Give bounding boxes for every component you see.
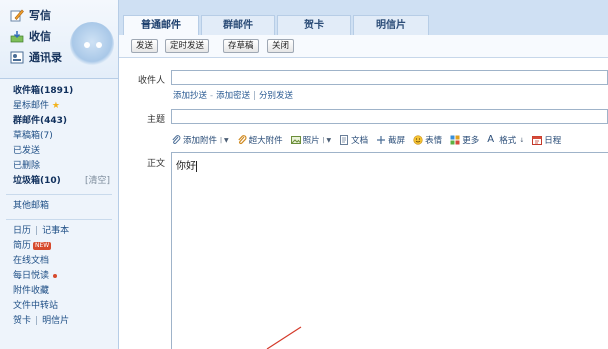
body-label: 正文 (146, 159, 165, 169)
compose-form: 收件人 添加抄送 - 添加密送 | 分别发送 主题 添加附件 | ▼ 超大附件 照片 | ▼… (119, 58, 608, 349)
folder-drafts[interactable]: 草稿箱(7) (0, 129, 118, 144)
red-annotation-line (266, 326, 302, 349)
big-attachment-icon (237, 135, 247, 145)
greeting-card-link[interactable]: 贺卡 (13, 316, 31, 326)
new-badge: NEW (33, 241, 52, 250)
divider (6, 194, 112, 195)
card-postcard-row: 贺卡 | 明信片 (13, 316, 70, 326)
compose-tabs: 普通邮件 群邮件 贺卡 明信片 (119, 0, 608, 36)
scheduled-send-button[interactable]: 定时发送 (165, 39, 210, 53)
grid-icon (450, 135, 460, 145)
chevron-down-icon: | ▼ (220, 136, 229, 144)
paperclip-icon (171, 135, 181, 145)
tab-group-mail[interactable]: 群邮件 (201, 15, 275, 35)
folder-starred[interactable]: 星标邮件 ★ (0, 99, 118, 114)
emoji-icon (413, 135, 423, 145)
save-draft-button[interactable]: 存草稿 (223, 39, 259, 53)
unread-dot-icon (53, 273, 58, 278)
postcard-link[interactable]: 明信片 (42, 316, 69, 326)
address-book-button[interactable]: 通讯录 (10, 48, 62, 66)
sidebar: 写信 收信 通讯录 收件箱(1891) 星标邮件 ★ 群邮件(443) 草稿箱(… (0, 0, 119, 349)
folder-spam[interactable]: 垃圾箱(10) [清空] (0, 174, 118, 189)
photo-button[interactable]: 照片 | ▼ (290, 134, 332, 146)
address-book-label: 通讯录 (29, 51, 62, 64)
close-button[interactable]: 关闭 (267, 39, 295, 53)
calendar-link[interactable]: 日历 (13, 226, 31, 236)
inbox-button[interactable]: 收信 (10, 27, 51, 45)
add-attachment-button[interactable]: 添加附件 | ▼ (171, 134, 229, 146)
other-mailbox-link[interactable]: 其他邮箱 (0, 199, 118, 214)
to-label: 收件人 (137, 76, 165, 86)
inbox-label: 收信 (29, 30, 51, 43)
separate-send-link[interactable]: 分别发送 (259, 91, 293, 101)
font-icon: A (487, 134, 495, 145)
schedule-button[interactable]: 日程 (532, 134, 561, 146)
tab-normal-mail[interactable]: 普通邮件 (123, 15, 199, 36)
add-bcc-link[interactable]: 添加密送 (216, 91, 250, 101)
add-cc-link[interactable]: 添加抄送 (173, 91, 207, 101)
clear-spam-link[interactable]: [清空] (85, 174, 110, 189)
file-transfer-link[interactable]: 文件中转站 (0, 299, 118, 314)
sidebar-actions: 写信 收信 通讯录 (0, 0, 118, 79)
divider (6, 219, 112, 220)
photo-icon (290, 135, 301, 145)
attachments-link[interactable]: 附件收藏 (0, 284, 118, 299)
folder-group-mail[interactable]: 群邮件(443) (0, 114, 118, 129)
compose-toolbar: 发送 定时发送 存草稿 关闭 (119, 35, 608, 58)
chevron-down-icon: ↓ (519, 136, 525, 144)
tab-postcard[interactable]: 明信片 (353, 15, 429, 35)
body-text: 你好 (176, 160, 197, 172)
more-button[interactable]: 更多 (450, 134, 479, 146)
body-editor[interactable]: 你好 (171, 152, 608, 349)
notes-link[interactable]: 记事本 (42, 226, 69, 236)
chevron-down-icon: | ▼ (322, 136, 332, 144)
folder-inbox[interactable]: 收件箱(1891) (0, 84, 118, 99)
star-icon: ★ (51, 101, 60, 111)
folder-deleted[interactable]: 已删除 (0, 159, 118, 174)
format-button[interactable]: A 格式 ↓ (487, 134, 525, 147)
subject-input[interactable] (171, 109, 608, 124)
address-book-icon (10, 51, 24, 64)
send-button[interactable]: 发送 (131, 39, 159, 53)
mascot-decoration (70, 22, 114, 66)
folder-list: 收件箱(1891) 星标邮件 ★ 群邮件(443) 草稿箱(7) 已发送 已删除… (0, 84, 118, 329)
big-attachment-button[interactable]: 超大附件 (237, 134, 283, 146)
compose-label: 写信 (29, 9, 51, 22)
daily-read-link[interactable]: 每日悦读 (0, 269, 118, 284)
resume-link[interactable]: 简历 NEW (0, 239, 118, 254)
screenshot-button[interactable]: 截屏 (376, 134, 405, 146)
subject-label: 主题 (146, 115, 165, 125)
text-cursor (196, 160, 197, 172)
scissors-icon (376, 135, 386, 145)
to-input[interactable] (171, 70, 608, 85)
document-icon (339, 135, 349, 145)
folder-sent[interactable]: 已发送 (0, 144, 118, 159)
emoji-button[interactable]: 表情 (413, 134, 442, 146)
calendar-icon (532, 135, 543, 145)
calendar-notes-row: 日历 | 记事本 (13, 226, 70, 236)
compose-button[interactable]: 写信 (10, 6, 51, 24)
compose-panel: 普通邮件 群邮件 贺卡 明信片 发送 定时发送 存草稿 关闭 收件人 添加抄送 -… (119, 0, 608, 349)
inbox-icon (10, 30, 24, 43)
document-button[interactable]: 文档 (339, 134, 368, 146)
format-toolbar: 添加附件 | ▼ 超大附件 照片 | ▼ 文档 截屏 表情 更多 A 格式 ↓ … (171, 133, 569, 147)
recipient-options: 添加抄送 - 添加密送 | 分别发送 (173, 91, 293, 101)
tab-greeting-card[interactable]: 贺卡 (277, 15, 351, 35)
online-docs-link[interactable]: 在线文档 (0, 254, 118, 269)
compose-icon (10, 9, 24, 22)
